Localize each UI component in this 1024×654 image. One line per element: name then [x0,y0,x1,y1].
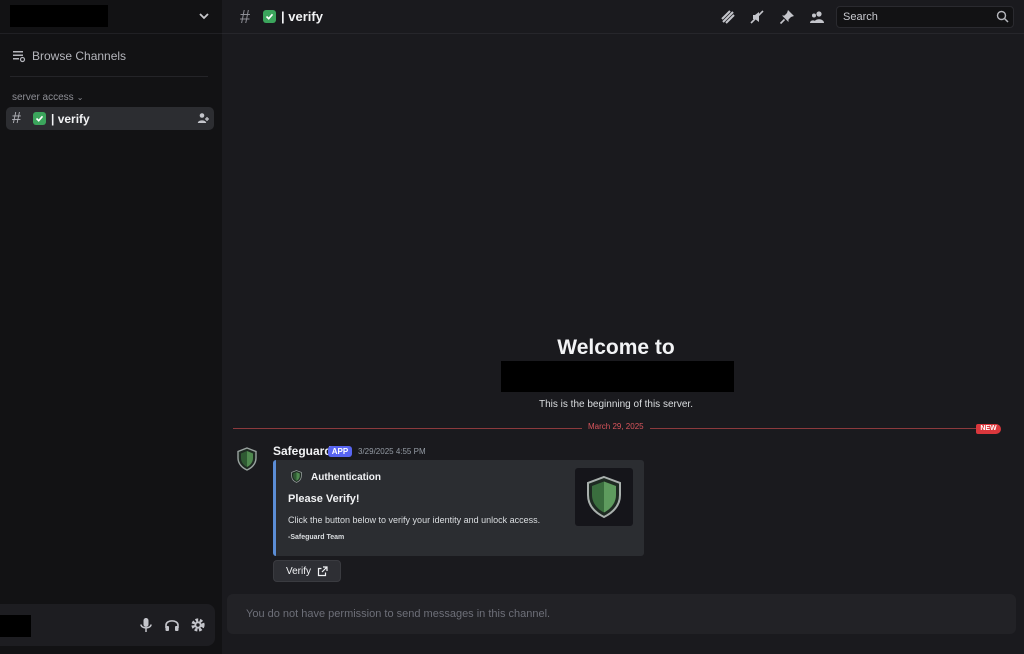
message-composer: You do not have permission to send messa… [227,594,1016,634]
welcome-subtitle: This is the beginning of this server. [539,399,693,410]
welcome-title: Welcome to [557,336,675,359]
settings-icon[interactable] [189,616,207,634]
search-icon[interactable] [996,10,1009,23]
sidebar-divider [10,76,208,77]
channel-sidebar: Browse Channels server access ⌄ # | veri… [0,0,222,654]
add-member-icon[interactable] [197,112,209,124]
embed-footer: -Safeguard Team [288,534,345,541]
embed-author: Authentication [311,472,381,483]
browse-channels-label: Browse Channels [32,49,127,63]
message-timestamp: 3/29/2025 4:55 PM [358,447,426,456]
channel-hash-icon: # [240,7,251,27]
composer-disabled-text: You do not have permission to send messa… [246,608,551,620]
server-name-redacted [10,5,108,27]
threads-icon[interactable] [720,9,736,25]
new-badge: NEW [976,424,1001,434]
chevron-down-icon[interactable] [197,9,211,23]
embed-thumbnail[interactable] [575,468,633,526]
sidebar-item-verify[interactable]: # | verify [6,107,214,130]
checkmark-icon [33,112,46,125]
app-badge: APP [328,446,352,457]
chevron-down-icon: ⌄ [76,93,84,102]
sidebar-item-label: | verify [51,111,90,126]
checkmark-icon [263,10,276,23]
welcome-server-name-redacted [501,361,734,392]
verify-button[interactable]: Verify [273,560,341,582]
channel-header: # | verify [222,0,1024,34]
message-author[interactable]: Safeguard [273,444,332,458]
server-header[interactable] [0,0,222,34]
pin-icon[interactable] [779,9,795,25]
verify-button-label: Verify [285,565,311,577]
user-info-redacted[interactable] [0,615,31,637]
message-embed: Authentication Please Verify! Click the … [273,460,644,556]
channel-hash-icon: # [12,109,21,127]
shield-icon [291,470,302,483]
members-icon[interactable] [809,9,825,25]
external-link-icon [317,565,328,576]
category-label: server access [12,92,74,103]
search-input[interactable] [843,11,993,23]
mic-icon[interactable] [137,616,155,634]
user-panel [0,604,215,646]
shield-icon [587,475,621,519]
browse-channels-button[interactable]: Browse Channels [12,46,212,66]
mute-icon[interactable] [749,9,765,25]
channel-title: | verify [281,9,323,24]
headphones-icon[interactable] [163,616,181,634]
embed-title: Please Verify! [288,493,360,505]
embed-description: Click the button below to verify your id… [288,515,541,525]
category-header[interactable]: server access ⌄ [12,92,83,103]
browse-channels-icon [13,51,26,63]
search-box[interactable] [836,6,1014,28]
avatar[interactable] [236,447,258,471]
divider-date: March 29, 2025 [582,422,650,431]
